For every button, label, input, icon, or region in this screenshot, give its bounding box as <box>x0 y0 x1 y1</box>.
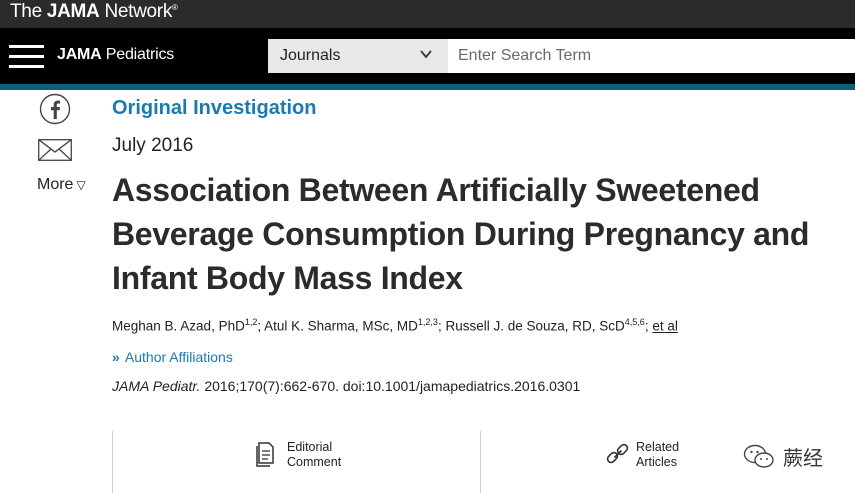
double-chevron-right-icon: » <box>112 349 120 365</box>
author-affiliation-ref: 4,5,6 <box>624 317 645 327</box>
action-divider <box>480 431 481 493</box>
related-articles-button[interactable]: Related Articles <box>605 440 715 472</box>
editorial-comment-label: Editorial Comment <box>287 440 341 470</box>
network-bar: The JAMA Network® <box>0 0 855 28</box>
network-logo-suffix: Network <box>99 1 173 22</box>
wechat-icon <box>743 444 774 468</box>
citation: JAMA Pediatr. 2016;170(7):662-670. doi:1… <box>112 378 580 394</box>
article-type[interactable]: Original Investigation <box>112 97 316 120</box>
editorial-comment-line1: Editorial <box>287 440 333 454</box>
triangle-down-icon: ▽ <box>76 178 86 192</box>
journal-logo-bold: JAMA <box>57 46 102 63</box>
publication-date: July 2016 <box>112 135 194 156</box>
email-icon[interactable] <box>38 139 72 161</box>
network-logo-prefix: The <box>10 1 47 22</box>
network-logo-name: JAMA <box>46 1 100 22</box>
more-label: More <box>37 176 74 193</box>
editorial-comment-button[interactable]: Editorial Comment <box>256 440 366 472</box>
related-articles-line2: Articles <box>636 455 677 469</box>
author-affiliation-ref: 1,2,3 <box>417 317 438 327</box>
more-share-button[interactable]: More ▽ <box>37 176 86 194</box>
chevron-down-icon <box>420 50 432 59</box>
network-logo[interactable]: The JAMA Network® <box>10 1 178 23</box>
accent-divider <box>0 84 855 90</box>
document-icon <box>256 442 274 467</box>
search-input[interactable] <box>448 39 855 73</box>
author-name[interactable]: Atul K. Sharma, MSc, MD <box>264 319 418 334</box>
registered-mark: ® <box>172 3 178 12</box>
author-affiliation-ref: 1,2 <box>244 317 258 327</box>
article-title: Association Between Artificially Sweeten… <box>112 172 810 296</box>
et-al-link[interactable]: et al <box>652 319 678 334</box>
watermark: 蕨经 <box>743 438 848 478</box>
author-name[interactable]: Meghan B. Azad, PhD <box>112 319 245 334</box>
facebook-icon[interactable] <box>39 93 71 125</box>
journal-navbar: JAMA Pediatrics Journals <box>0 28 855 84</box>
journals-dropdown-label: Journals <box>280 47 341 64</box>
action-divider <box>112 431 113 493</box>
watermark-text: 蕨经 <box>783 446 823 470</box>
link-icon <box>606 443 629 464</box>
author-name[interactable]: Russell J. de Souza, RD, ScD <box>445 319 624 334</box>
journal-logo-rest: Pediatrics <box>101 46 175 63</box>
journals-dropdown[interactable]: Journals <box>268 39 448 73</box>
journal-logo[interactable]: JAMA Pediatrics <box>57 46 174 64</box>
related-articles-label: Related Articles <box>636 440 679 470</box>
related-articles-line1: Related <box>636 440 680 454</box>
menu-icon[interactable] <box>9 45 44 69</box>
editorial-comment-line2: Comment <box>287 455 342 469</box>
author-affiliations-label: Author Affiliations <box>124 349 233 365</box>
author-list: Meghan B. Azad, PhD1,2; Atul K. Sharma, … <box>112 317 678 334</box>
author-affiliations-toggle[interactable]: » Author Affiliations <box>112 349 233 365</box>
citation-journal: JAMA Pediatr. <box>112 378 201 394</box>
citation-details: 2016;170(7):662-670. doi:10.1001/jamaped… <box>200 378 581 394</box>
